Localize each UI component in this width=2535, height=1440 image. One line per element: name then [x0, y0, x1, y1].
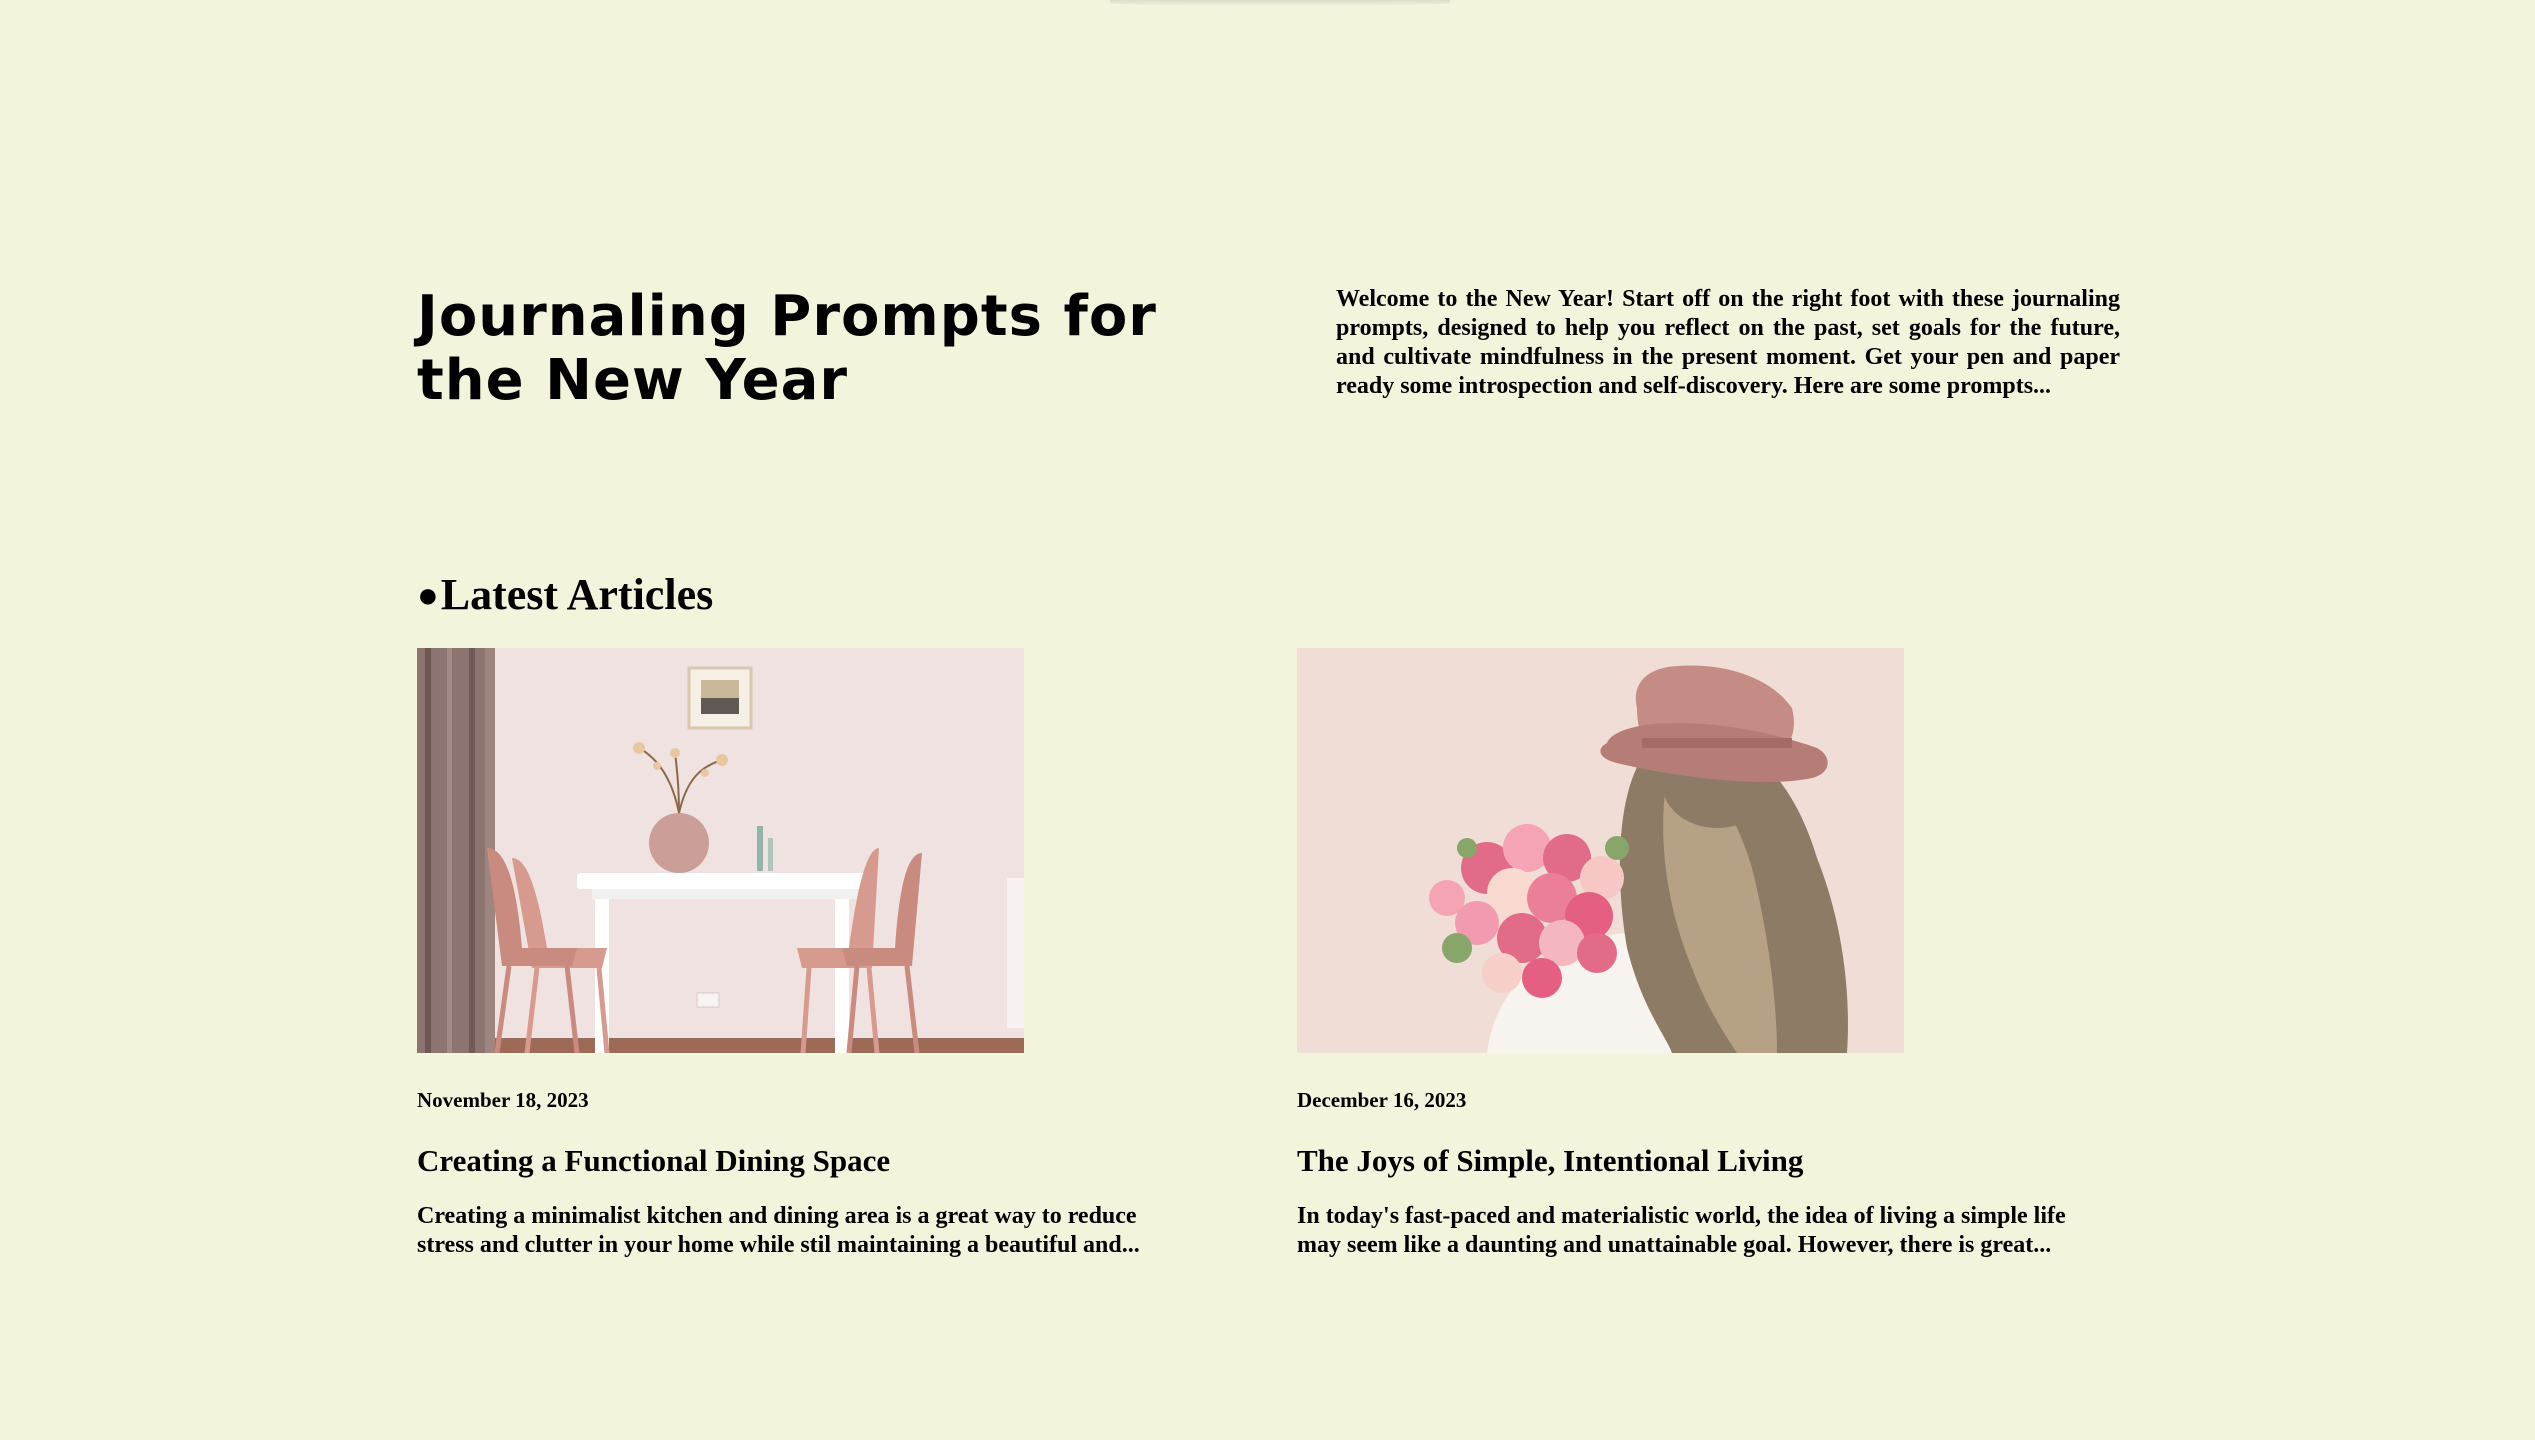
latest-articles-heading: ● Latest Articles — [417, 565, 2120, 625]
article-date: December 16, 2023 — [1297, 1088, 1467, 1112]
article-title-link[interactable]: The Joys of Simple, Intentional Living — [1297, 1142, 2067, 1180]
woman-with-roses-photo — [1297, 648, 1904, 1053]
article-date: November 18, 2023 — [417, 1088, 589, 1112]
dining-room-photo — [417, 648, 1024, 1053]
article-excerpt: Creating a minimalist kitchen and dining… — [417, 1203, 1140, 1258]
latest-articles-heading-text: Latest Articles — [440, 570, 714, 619]
page-title: Journaling Prompts for the New Year — [417, 284, 1157, 413]
latest-articles-section: ● Latest Articles November 18, 2023 Crea… — [417, 565, 2120, 1258]
article-card[interactable]: December 16, 2023 The Joys of Simple, In… — [1297, 648, 2067, 1260]
article-title-link[interactable]: Creating a Functional Dining Space — [417, 1142, 1187, 1180]
article-thumbnail-link[interactable] — [417, 648, 1024, 1053]
bullet-icon: ● — [417, 575, 439, 615]
article-excerpt: In today's fast-paced and materialistic … — [1297, 1203, 2066, 1258]
article-card[interactable]: November 18, 2023 Creating a Functional … — [417, 648, 1187, 1260]
article-thumbnail-link[interactable] — [1297, 648, 1904, 1053]
top-edge-shadow — [1110, 0, 1450, 6]
intro-paragraph: Welcome to the New Year! Start off on th… — [1336, 286, 2120, 399]
